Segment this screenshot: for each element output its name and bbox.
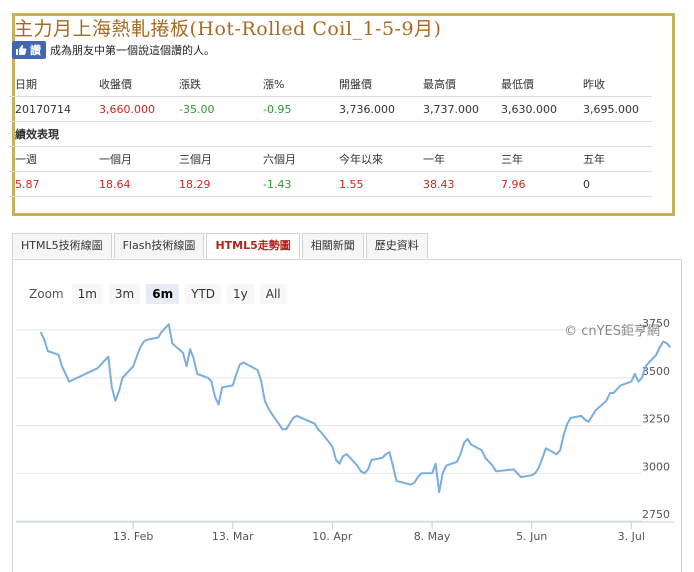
perf-value: 38.43 — [417, 171, 495, 197]
header-cell: 今年以來 — [333, 146, 417, 172]
facebook-like-button[interactable]: 讚 — [12, 41, 46, 59]
header-cell: 六個月 — [257, 146, 333, 172]
zoom-1y-button[interactable]: 1y — [227, 284, 254, 304]
zoom-all-button[interactable]: All — [259, 284, 287, 304]
change-value: -35.00 — [173, 96, 257, 122]
tab-flash-technical-chart[interactable]: Flash技術線圖 — [113, 233, 205, 258]
y-tick-label: 3250 — [642, 413, 670, 426]
y-tick-label: 2750 — [642, 508, 670, 521]
price-series-line — [39, 323, 672, 494]
header-cell: 收盤價 — [93, 72, 173, 97]
perf-value: 0 — [577, 171, 652, 197]
low-value: 3,630.000 — [495, 96, 577, 122]
chart-credit: © cnYES鉅亨網 — [564, 323, 660, 339]
zoom-label: Zoom — [29, 287, 64, 301]
x-tick-label: 13. Feb — [113, 530, 153, 543]
perf-value: -1.43 — [257, 171, 333, 197]
y-tick-label: 3000 — [642, 460, 670, 473]
like-button-label: 讚 — [30, 44, 41, 57]
header-cell: 最高價 — [417, 72, 495, 97]
x-tick-label: 13. Mar — [212, 530, 254, 543]
zoom-6m-button[interactable]: 6m — [146, 284, 180, 304]
tab-related-news[interactable]: 相關新聞 — [301, 233, 364, 258]
header-cell: 最低價 — [495, 72, 577, 97]
zoom-ytd-button[interactable]: YTD — [185, 284, 222, 304]
zoom-1m-button[interactable]: 1m — [71, 284, 103, 304]
tab-html5-technical-chart[interactable]: HTML5技術線圖 — [12, 233, 112, 258]
perf-value: 18.29 — [173, 171, 257, 197]
like-text: 成為朋友中第一個說這個讚的人。 — [50, 44, 215, 57]
performance-section-row: 績效表現 — [9, 121, 652, 147]
header-cell: 昨收 — [577, 72, 652, 97]
x-tick-label: 5. Jun — [516, 530, 547, 543]
tab-html5-trend-chart[interactable]: HTML5走勢圖 — [206, 233, 300, 260]
header-cell: 漲% — [257, 72, 333, 97]
close-value: 3,660.000 — [93, 96, 173, 122]
quote-header-row: 日期 收盤價 漲跌 漲% 開盤價 最高價 最低價 昨收 — [9, 72, 652, 97]
x-tick-label: 10. Apr — [312, 530, 352, 543]
price-chart[interactable]: 2750300032503500375013. Feb 13. Mar 10. Ap… — [12, 310, 682, 572]
header-cell: 一週 — [9, 146, 93, 172]
performance-header-row: 一週 一個月 三個月 六個月 今年以來 一年 三年 五年 — [9, 146, 652, 172]
header-cell: 五年 — [577, 146, 652, 172]
high-value: 3,737.000 — [417, 96, 495, 122]
thumbs-up-icon — [16, 45, 27, 55]
x-tick-label: 3. Jul — [618, 530, 645, 543]
facebook-like-row: 讚 成為朋友中第一個說這個讚的人。 — [12, 41, 215, 59]
header-cell: 開盤價 — [333, 72, 417, 97]
header-cell: 一個月 — [93, 146, 173, 172]
zoom-selector: Zoom 1m 3m 6m YTD 1y All — [29, 284, 293, 304]
header-cell: 日期 — [9, 72, 93, 97]
header-cell: 一年 — [417, 146, 495, 172]
performance-value-row: 5.87 18.64 18.29 -1.43 1.55 38.43 7.96 0 — [9, 171, 652, 197]
perf-value: 1.55 — [333, 171, 417, 197]
quote-table: 日期 收盤價 漲跌 漲% 開盤價 最高價 最低價 昨收 20170714 3,6… — [9, 72, 652, 197]
date-value: 20170714 — [9, 96, 93, 122]
perf-value: 7.96 — [495, 171, 577, 197]
perf-value: 18.64 — [93, 171, 173, 197]
tab-history-data[interactable]: 歷史資料 — [365, 233, 428, 258]
x-tick-label: 8. May — [414, 530, 451, 543]
page-title: 主力月上海熱軋捲板(Hot-Rolled Coil_1-5-9月) — [14, 18, 442, 40]
tab-bar: HTML5技術線圖 Flash技術線圖 HTML5走勢圖 相關新聞 歷史資料 — [12, 233, 430, 260]
header-cell: 三年 — [495, 146, 577, 172]
change-percent-value: -0.95 — [257, 96, 333, 122]
perf-value: 5.87 — [9, 171, 93, 197]
zoom-3m-button[interactable]: 3m — [108, 284, 141, 304]
header-cell: 三個月 — [173, 146, 257, 172]
quote-value-row: 20170714 3,660.000 -35.00 -0.95 3,736.00… — [9, 96, 652, 122]
header-cell: 漲跌 — [173, 72, 257, 97]
open-value: 3,736.000 — [333, 96, 417, 122]
prev-close-value: 3,695.000 — [577, 96, 652, 122]
performance-section-label: 績效表現 — [9, 121, 652, 147]
